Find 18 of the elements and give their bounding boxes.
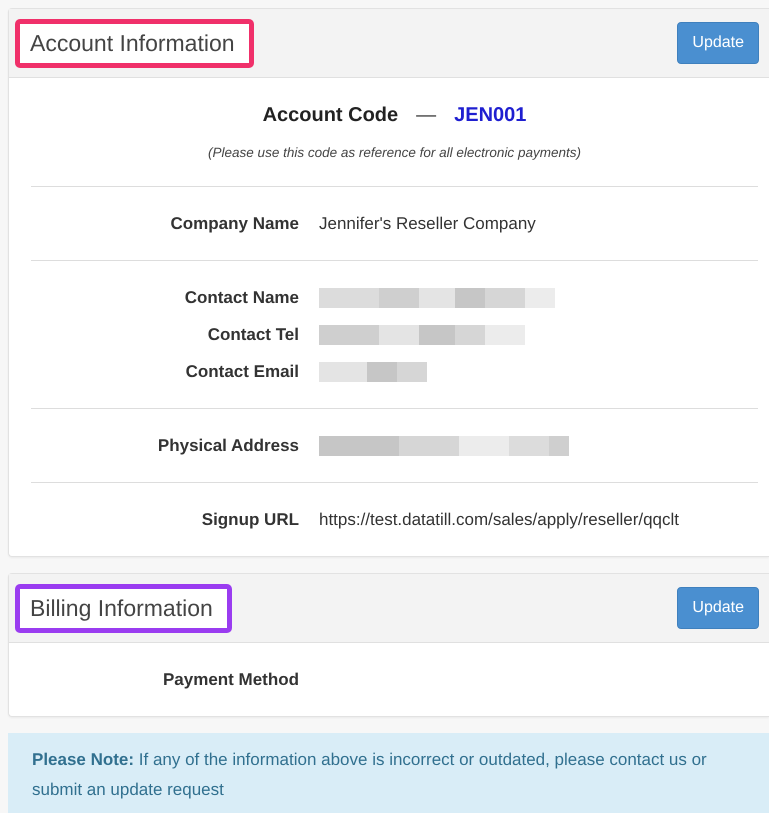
panel-title: Billing Information	[15, 584, 232, 632]
account-code: JEN001	[454, 104, 526, 127]
field-label: Physical Address	[158, 436, 299, 456]
field-value: https://test.datatill.com/sales/apply/reseller/qqclt	[319, 510, 680, 530]
notice-text: Please Note: If any of the information above is incorrect or outdated, please contact us or submit an update request	[8, 733, 769, 813]
update-button[interactable]: Update	[677, 22, 759, 64]
field-label: Signup URL	[202, 510, 299, 530]
field-value: Jennifer's Reseller Company	[319, 214, 537, 234]
reference-note: (Please use this code as reference for all electronic payments)	[208, 145, 581, 160]
dash: —	[416, 104, 436, 127]
field-label: Contact Email	[186, 362, 299, 382]
panel-title: Account Information	[15, 18, 254, 68]
field-label: Contact Tel	[208, 324, 299, 344]
account-code-label: Account Code	[262, 104, 398, 127]
field-label: Payment Method	[162, 670, 299, 690]
field-label: Contact Name	[184, 288, 299, 308]
field-label: Company Name	[170, 214, 299, 234]
update-button[interactable]: Update	[677, 587, 759, 629]
